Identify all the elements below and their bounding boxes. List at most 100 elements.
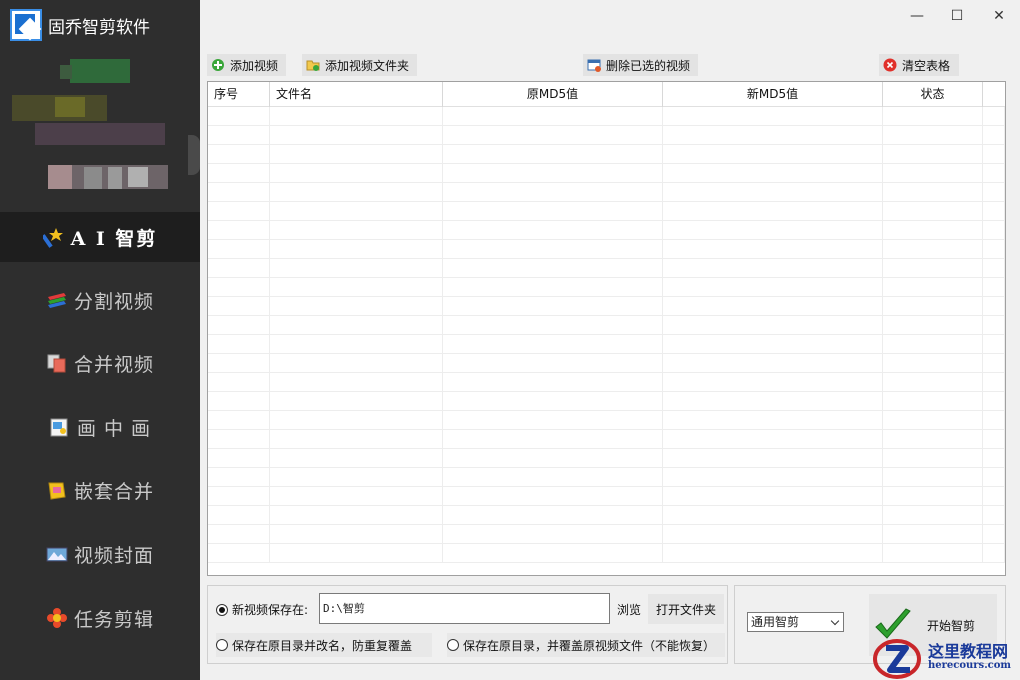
table-row[interactable] <box>208 354 1005 373</box>
table-row[interactable] <box>208 525 1005 544</box>
table-cell <box>443 525 663 543</box>
table-cell <box>883 221 983 239</box>
split-layers-icon <box>46 289 68 311</box>
table-cell <box>208 240 270 258</box>
table-cell <box>208 468 270 486</box>
table-row[interactable] <box>208 202 1005 221</box>
table-cell <box>663 487 883 505</box>
sidebar-item-video-cover[interactable]: 视频封面 <box>0 529 200 579</box>
table-row[interactable] <box>208 183 1005 202</box>
table-cell <box>663 449 883 467</box>
blurred-user-avatar <box>0 55 200 195</box>
new-location-label: 新视频保存在: <box>232 603 309 617</box>
table-row[interactable] <box>208 316 1005 335</box>
table-cell <box>270 449 443 467</box>
table-cell <box>208 183 270 201</box>
table-cell <box>270 468 443 486</box>
table-body <box>208 107 1005 575</box>
table-cell <box>270 373 443 391</box>
delete-selected-button[interactable]: 删除已选的视频 <box>583 54 698 76</box>
radio-checked-icon <box>216 603 228 616</box>
table-cell <box>983 506 1005 524</box>
sidebar-item-split-video[interactable]: 分割视频 <box>0 275 200 325</box>
sidebar-item-merge-video[interactable]: 合并视频 <box>0 338 200 388</box>
table-row[interactable] <box>208 259 1005 278</box>
table-cell <box>883 449 983 467</box>
table-row[interactable] <box>208 278 1005 297</box>
table-row[interactable] <box>208 487 1005 506</box>
table-cell <box>208 430 270 448</box>
minimize-button[interactable]: — <box>897 4 937 28</box>
table-row[interactable] <box>208 449 1005 468</box>
column-header-filename[interactable]: 文件名 <box>270 82 443 107</box>
table-row[interactable] <box>208 126 1005 145</box>
sidebar-item-label: 画 中 画 <box>76 417 152 440</box>
column-header-status[interactable]: 状态 <box>883 82 983 107</box>
table-row[interactable] <box>208 164 1005 183</box>
sidebar-item-task-edit[interactable]: 任务剪辑 <box>0 593 200 643</box>
table-row[interactable] <box>208 430 1005 449</box>
sidebar-item-label: 合并视频 <box>73 353 154 376</box>
folder-add-icon <box>306 58 320 72</box>
sidebar-item-nested-merge[interactable]: 嵌套合并 <box>0 465 200 515</box>
column-header-filler <box>983 82 1005 107</box>
table-row[interactable] <box>208 297 1005 316</box>
add-video-button[interactable]: 添加视频 <box>207 54 286 76</box>
table-row[interactable] <box>208 392 1005 411</box>
maximize-button[interactable]: ☐ <box>937 4 977 28</box>
column-header-original-md5[interactable]: 原MD5值 <box>443 82 663 107</box>
mode-select[interactable]: 通用智剪 <box>747 612 844 632</box>
table-cell <box>443 221 663 239</box>
table-cell <box>883 183 983 201</box>
table-cell <box>663 145 883 163</box>
table-cell <box>208 544 270 562</box>
table-row[interactable] <box>208 506 1005 525</box>
table-cell <box>883 354 983 372</box>
table-row[interactable] <box>208 335 1005 354</box>
table-row[interactable] <box>208 107 1005 126</box>
table-cell <box>983 430 1005 448</box>
table-cell <box>270 354 443 372</box>
app-logo-icon <box>10 9 42 41</box>
table-cell <box>663 240 883 258</box>
browse-button[interactable]: 浏览 <box>612 594 646 624</box>
video-table[interactable]: 序号 文件名 原MD5值 新MD5值 状态 <box>207 81 1006 576</box>
table-row[interactable] <box>208 240 1005 259</box>
table-cell <box>663 506 883 524</box>
save-path-input[interactable]: D:\智剪 <box>319 593 610 624</box>
table-cell <box>883 164 983 182</box>
radio-new-location[interactable]: 新视频保存在: <box>216 601 308 618</box>
open-folder-button[interactable]: 打开文件夹 <box>648 594 724 624</box>
table-row[interactable] <box>208 544 1005 563</box>
table-row[interactable] <box>208 411 1005 430</box>
table-cell <box>270 183 443 201</box>
table-cell <box>663 544 883 562</box>
add-folder-button[interactable]: 添加视频文件夹 <box>302 54 417 76</box>
table-cell <box>883 411 983 429</box>
close-button[interactable]: ✕ <box>979 4 1019 28</box>
table-row[interactable] <box>208 221 1005 240</box>
table-cell <box>983 107 1005 125</box>
table-cell <box>663 202 883 220</box>
add-circle-icon <box>211 58 225 72</box>
column-header-index[interactable]: 序号 <box>208 82 270 107</box>
sidebar-item-label: A I 智剪 <box>70 227 158 250</box>
table-row[interactable] <box>208 468 1005 487</box>
table-row[interactable] <box>208 373 1005 392</box>
table-cell <box>443 278 663 296</box>
table-cell <box>270 297 443 315</box>
column-header-new-md5[interactable]: 新MD5值 <box>663 82 883 107</box>
app-title: 固乔智剪软件 <box>48 17 150 38</box>
table-row[interactable] <box>208 145 1005 164</box>
radio-unchecked-icon <box>216 639 228 651</box>
radio-rename-in-place[interactable]: 保存在原目录并改名，防重复覆盖 <box>216 633 432 657</box>
sidebar-item-ai-clip[interactable]: A I 智剪 <box>0 212 200 262</box>
table-cell <box>443 202 663 220</box>
table-cell <box>883 487 983 505</box>
table-cell <box>443 297 663 315</box>
radio-overwrite-original[interactable]: 保存在原目录，并覆盖原视频文件（不能恢复） <box>447 633 725 657</box>
chevron-down-icon <box>830 616 840 626</box>
clear-table-button[interactable]: 清空表格 <box>879 54 959 76</box>
sidebar-item-picture-in-picture[interactable]: 画 中 画 <box>0 402 200 452</box>
table-cell <box>270 202 443 220</box>
